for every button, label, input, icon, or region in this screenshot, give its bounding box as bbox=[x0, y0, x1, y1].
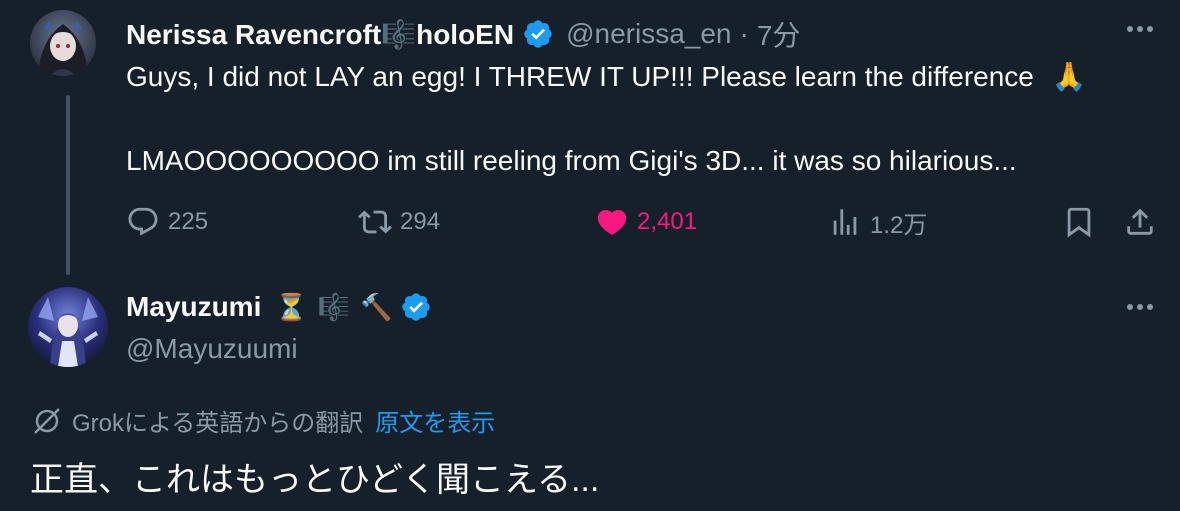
tweet-header: Nerissa Ravencroft🎼holoEN @nerissa_en · … bbox=[126, 14, 800, 54]
reply-icon bbox=[128, 207, 158, 236]
share-button[interactable] bbox=[1123, 200, 1157, 244]
more-icon bbox=[1127, 26, 1153, 32]
repost-button[interactable]: 294 bbox=[358, 200, 440, 244]
tweet-text-line-2: LMAOOOOOOOOO im still reeling from Gigi'… bbox=[126, 145, 1017, 176]
hammer-emoji: 🔨 bbox=[360, 291, 393, 322]
repost-count: 294 bbox=[400, 208, 441, 235]
show-original-link[interactable]: 原文を表示 bbox=[375, 403, 495, 438]
bookmark-button[interactable] bbox=[1062, 200, 1096, 244]
views-button[interactable]: 1.2万 bbox=[828, 200, 927, 244]
thread-connector-line bbox=[66, 95, 70, 275]
verified-badge-icon[interactable] bbox=[522, 18, 554, 50]
pray-emoji: 🙏 bbox=[1051, 61, 1087, 92]
display-name[interactable]: Nerissa Ravencroft🎼holoEN bbox=[126, 18, 514, 51]
views-count: 1.2万 bbox=[870, 211, 928, 239]
avatar[interactable] bbox=[28, 287, 108, 367]
tweet-header: Mayuzumi ⏳ 🎼 🔨 bbox=[126, 291, 432, 323]
like-count: 2,401 bbox=[637, 208, 698, 235]
reply-button[interactable]: 225 bbox=[126, 200, 208, 244]
translation-label: Grokによる英語からの翻訳 bbox=[72, 410, 364, 437]
avatar[interactable] bbox=[30, 10, 96, 76]
tweet-actions: 225 294 2,401 1.2万 bbox=[126, 200, 1160, 244]
verified-badge-icon[interactable] bbox=[400, 291, 432, 323]
reply-count: 225 bbox=[168, 208, 209, 235]
tweet-text: Guys, I did not LAY an egg! I THREW IT U… bbox=[126, 61, 1034, 92]
translated-tweet-text: 正直、これはもっとひどく聞こえる... bbox=[30, 461, 600, 499]
tweet-nerissa[interactable]: Nerissa Ravencroft🎼holoEN @nerissa_en · … bbox=[0, 0, 1180, 275]
music-score-emoji: 🎼 bbox=[317, 291, 351, 322]
more-options-button[interactable] bbox=[1122, 289, 1158, 325]
heart-icon bbox=[597, 209, 627, 235]
more-options-button[interactable] bbox=[1122, 11, 1158, 47]
repost-icon bbox=[358, 210, 392, 234]
like-button[interactable]: 2,401 bbox=[595, 200, 697, 244]
hourglass-emoji: ⏳ bbox=[275, 291, 308, 322]
handle[interactable]: @nerissa_en bbox=[566, 18, 731, 50]
more-icon bbox=[1127, 304, 1153, 310]
bookmark-icon bbox=[1067, 207, 1091, 238]
translation-notice: Grokによる英語からの翻訳 原文を表示 bbox=[32, 403, 495, 438]
tweet-text-line-1: Guys, I did not LAY an egg! I THREW IT U… bbox=[126, 60, 1087, 93]
handle[interactable]: @Mayuzuumi bbox=[126, 333, 298, 365]
analytics-icon bbox=[833, 209, 857, 235]
display-name[interactable]: Mayuzumi bbox=[126, 291, 261, 323]
separator-dot: · bbox=[739, 18, 749, 49]
share-icon bbox=[1127, 208, 1153, 235]
grok-icon bbox=[34, 408, 60, 433]
timestamp[interactable]: 7分 bbox=[757, 14, 801, 54]
